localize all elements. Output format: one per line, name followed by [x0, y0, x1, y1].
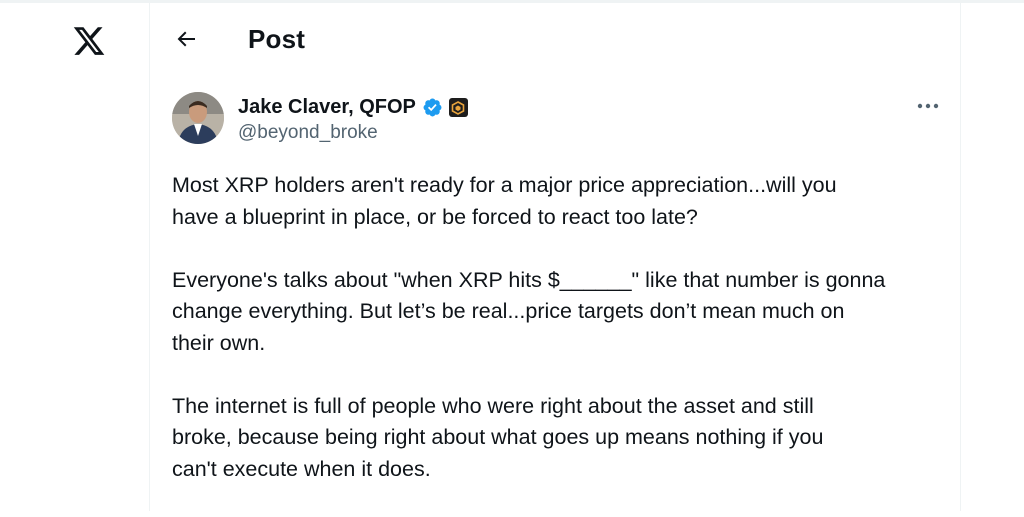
x-logo-icon[interactable] — [72, 24, 106, 58]
page-header: Post — [150, 0, 960, 78]
tweet-paragraph: Everyone's talks about "when XRP hits $_… — [172, 267, 886, 355]
avatar-image — [172, 92, 224, 144]
more-options-icon[interactable] — [914, 96, 942, 116]
tweet-text: Most XRP holders aren't ready for a majo… — [172, 170, 952, 517]
author-handle[interactable]: @beyond_broke — [238, 122, 378, 144]
left-nav — [0, 0, 149, 511]
page-title: Post — [248, 24, 306, 54]
affiliate-badge-icon[interactable] — [448, 98, 468, 117]
display-name[interactable]: Jake Claver, QFOP — [238, 96, 416, 119]
back-arrow-icon[interactable] — [174, 27, 198, 51]
avatar[interactable] — [172, 92, 224, 144]
tweet-paragraph: The internet is full of people who were … — [172, 393, 824, 481]
verified-badge-icon[interactable] — [422, 97, 443, 118]
tweet-paragraph: Most XRP holders aren't ready for a majo… — [172, 173, 837, 229]
name-line: Jake Claver, QFOP — [238, 96, 468, 119]
main-column: Post Jake Claver, QFOP @beyond_broke Mos… — [149, 0, 961, 511]
author-row: Jake Claver, QFOP @beyond_broke — [172, 92, 952, 148]
